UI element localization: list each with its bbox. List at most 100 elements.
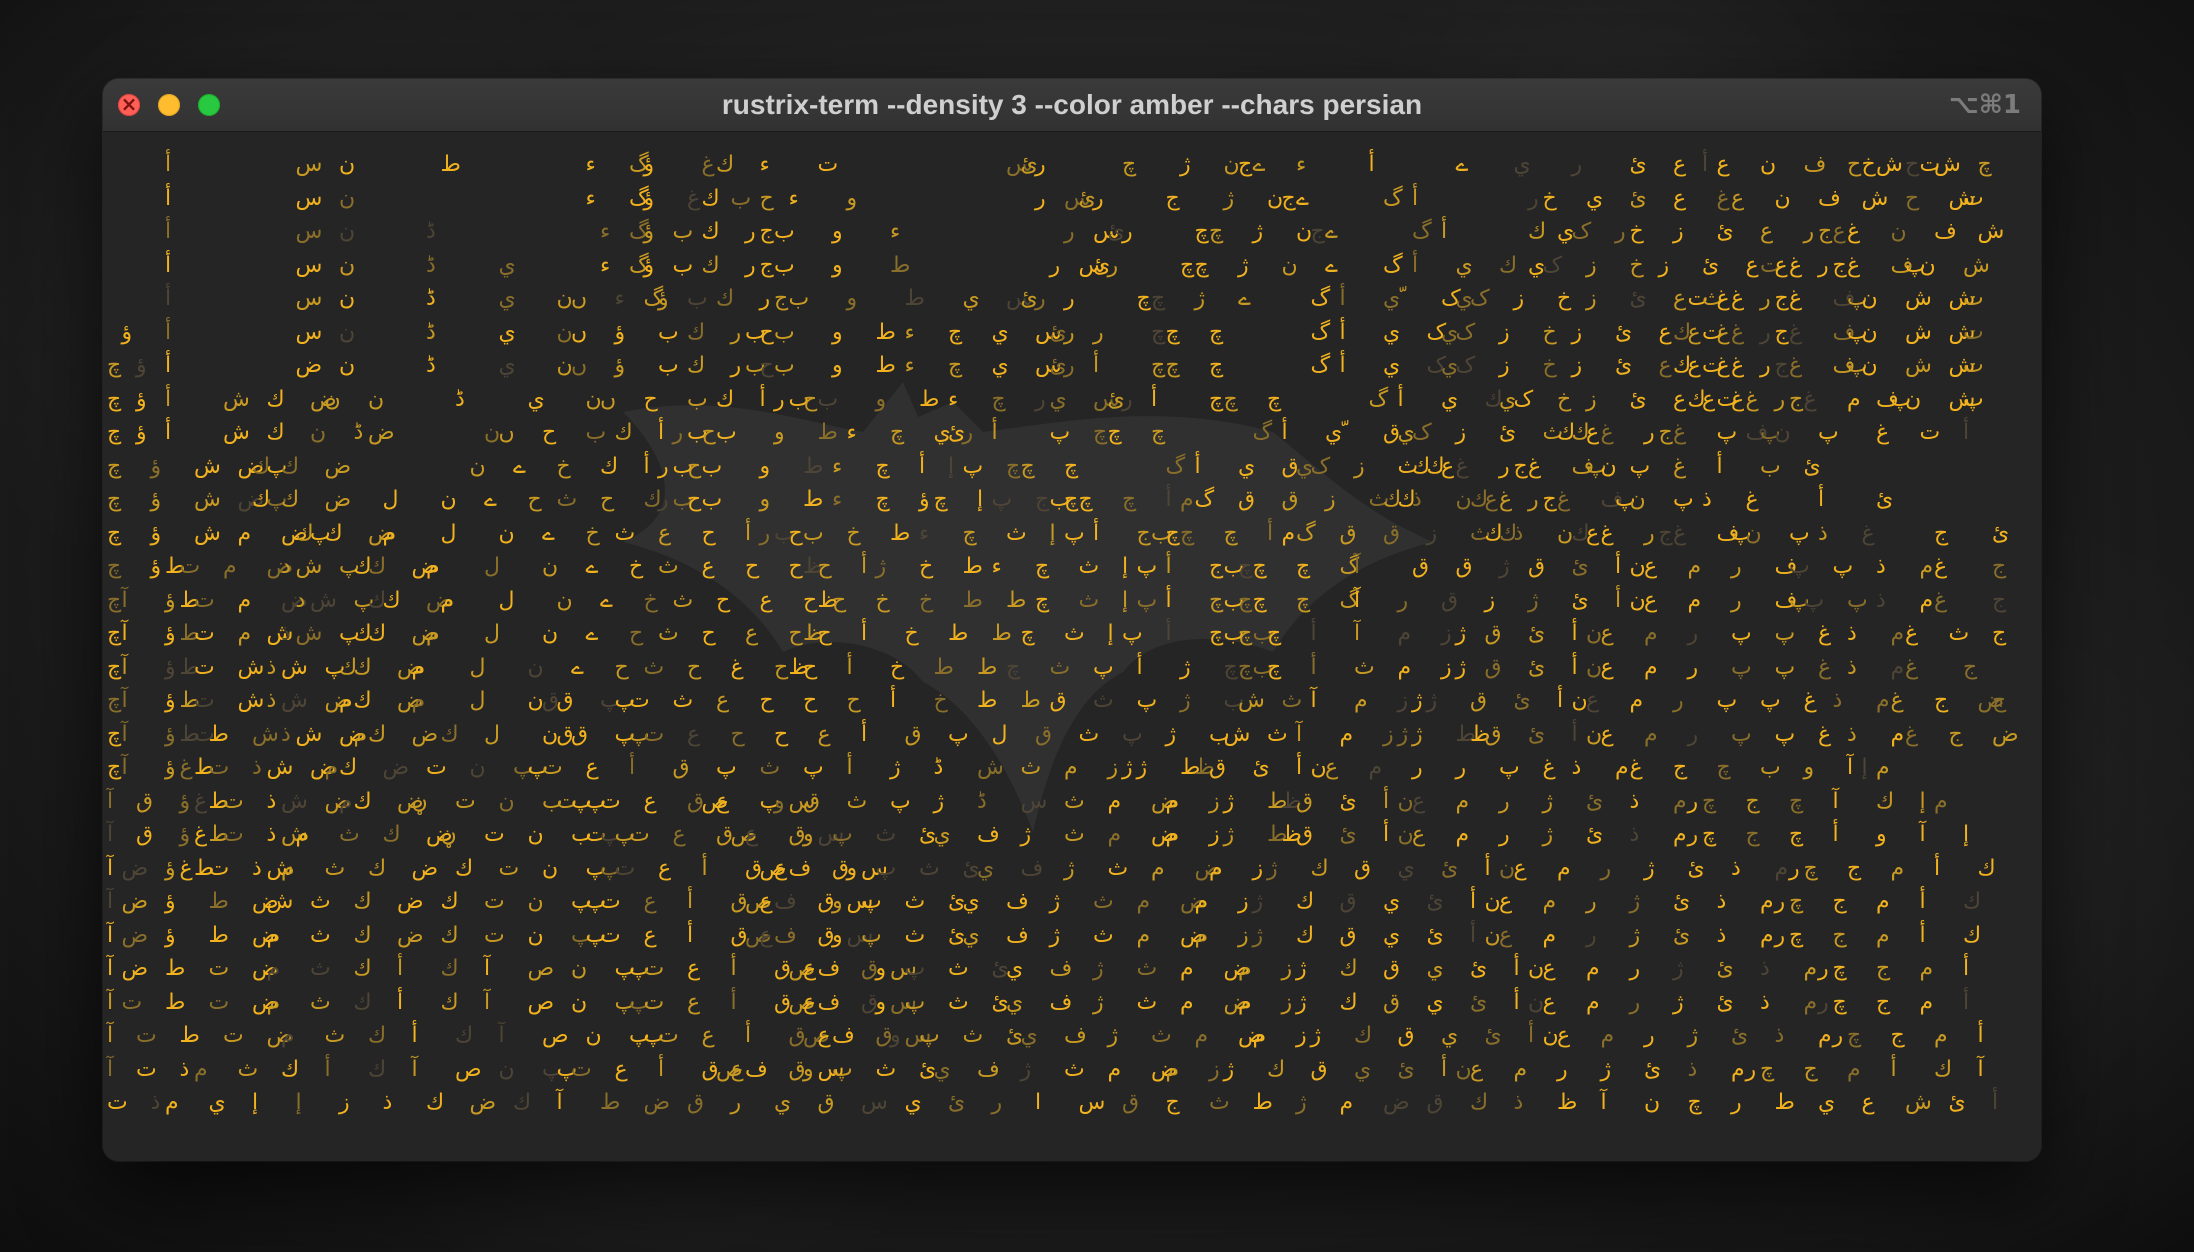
terminal-glyph: أ bbox=[1368, 152, 1375, 177]
terminal-glyph: غ bbox=[1499, 487, 1513, 512]
terminal-glyph: ث bbox=[1064, 822, 1085, 847]
terminal-glyph: ذ bbox=[1847, 721, 1857, 747]
terminal-glyph: ش bbox=[1977, 219, 2005, 244]
terminal-glyph: ن bbox=[527, 889, 544, 914]
terminal-glyph: ؤ bbox=[165, 889, 176, 914]
terminal-glyph: ح bbox=[716, 587, 731, 613]
terminal-glyph: ر bbox=[1586, 889, 1597, 914]
terminal-glyph: ئ bbox=[1803, 453, 1821, 479]
terminal-glyph: پ bbox=[991, 487, 1013, 512]
terminal-glyph: خ bbox=[1629, 252, 1644, 278]
terminal-glyph: و bbox=[832, 252, 843, 278]
terminal-glyph: ن bbox=[498, 788, 515, 814]
terminal-glyph: خ bbox=[1557, 386, 1572, 412]
terminal-glyph: ذ bbox=[179, 1056, 190, 1082]
terminal-glyph: آ bbox=[107, 822, 114, 847]
terminal-glyph: ث bbox=[1064, 1056, 1085, 1082]
terminal-glyph: چ bbox=[875, 487, 890, 512]
terminal-glyph: ث bbox=[1151, 1023, 1172, 1048]
terminal-glyph: أ bbox=[1194, 453, 1201, 479]
terminal-glyph: ژ bbox=[933, 788, 945, 814]
terminal-glyph: ص bbox=[542, 1023, 569, 1048]
terminal-glyph: م bbox=[1339, 1090, 1354, 1115]
terminal-glyph: چ bbox=[1789, 889, 1804, 914]
terminal-glyph: م bbox=[1281, 520, 1296, 546]
terminal-glyph: چ bbox=[1803, 855, 1818, 881]
terminal-content[interactable]: أسنطءگؤغكءتسئرچژنجےءأےيرئعأعنفحخشحتشچأسن… bbox=[103, 132, 2041, 1161]
terminal-glyph: ن bbox=[527, 654, 544, 680]
terminal-glyph: و bbox=[832, 319, 843, 345]
terminal-glyph: ح bbox=[701, 520, 716, 546]
terminal-glyph: أ bbox=[1339, 286, 1346, 311]
terminal-glyph: ح bbox=[687, 487, 702, 512]
terminal-glyph: س bbox=[1078, 1090, 1106, 1115]
terminal-glyph: أ bbox=[861, 554, 868, 579]
terminal-glyph: ء bbox=[846, 420, 857, 445]
terminal-glyph: چ bbox=[1180, 520, 1195, 546]
terminal-glyph: ض bbox=[121, 889, 149, 914]
terminal-glyph: أ bbox=[730, 956, 737, 981]
terminal-glyph: ك bbox=[382, 822, 401, 847]
terminal-glyph: م bbox=[281, 1023, 295, 1048]
terminal-glyph: أ bbox=[1267, 520, 1274, 546]
terminal-glyph: ك bbox=[353, 956, 372, 981]
terminal-glyph: ث bbox=[310, 989, 331, 1015]
terminal-glyph: پ bbox=[1136, 554, 1158, 579]
terminal-glyph: ث bbox=[1078, 587, 1100, 613]
terminal-glyph: ي bbox=[1441, 1023, 1459, 1048]
terminal-glyph: ث bbox=[1064, 788, 1085, 814]
terminal-glyph: ء bbox=[890, 219, 901, 244]
terminal-glyph: چ bbox=[1296, 554, 1311, 579]
terminal-glyph: ي bbox=[1397, 855, 1415, 881]
terminal-glyph: ز bbox=[1209, 788, 1220, 814]
terminal-glyph: چ bbox=[107, 755, 122, 780]
terminal-glyph: ص bbox=[527, 956, 555, 981]
terminal-glyph: ك bbox=[1339, 956, 1358, 981]
terminal-glyph: م bbox=[339, 788, 353, 814]
terminal-glyph: م bbox=[1180, 956, 1194, 981]
terminal-glyph: ئ bbox=[1615, 353, 1633, 378]
terminal-glyph: ئ bbox=[1876, 487, 1894, 512]
terminal-glyph: ؤ bbox=[165, 688, 176, 713]
terminal-glyph: چ bbox=[107, 487, 122, 512]
terminal-glyph: ك bbox=[1310, 855, 1329, 881]
terminal-glyph: چ bbox=[962, 520, 977, 546]
terminal-glyph: ب bbox=[774, 353, 795, 378]
terminal-glyph: ت bbox=[484, 822, 505, 847]
terminal-glyph: ن bbox=[571, 989, 588, 1015]
terminal-glyph: ر bbox=[1455, 755, 1467, 780]
terminal-glyph: ث bbox=[237, 1056, 259, 1082]
terminal-glyph: پ bbox=[803, 755, 824, 780]
terminal-glyph: أ bbox=[1571, 621, 1578, 646]
terminal-glyph: غ bbox=[1934, 554, 1948, 579]
terminal-glyph: ي bbox=[962, 286, 980, 311]
terminal-glyph: ك bbox=[368, 621, 387, 646]
terminal-glyph: م bbox=[1760, 922, 1774, 948]
terminal-glyph: ث bbox=[875, 822, 897, 847]
terminal-glyph: چ bbox=[1194, 219, 1209, 244]
terminal-glyph: ر bbox=[1528, 487, 1539, 512]
terminal-glyph: س bbox=[295, 185, 323, 211]
terminal-glyph: ئ bbox=[1426, 922, 1444, 948]
terminal-glyph: غ bbox=[1673, 453, 1687, 479]
terminal-glyph: ك bbox=[1528, 219, 1547, 244]
terminal-glyph: ع bbox=[803, 989, 817, 1015]
terminal-glyph: غ bbox=[1803, 688, 1817, 713]
terminal-glyph: م bbox=[1064, 755, 1078, 780]
terminal-glyph: غ bbox=[1745, 386, 1759, 412]
terminal-glyph: چ bbox=[1267, 621, 1282, 646]
title-bar[interactable]: rustrix-term --density 3 --color amber -… bbox=[103, 79, 2041, 132]
terminal-glyph: م bbox=[1890, 654, 1905, 680]
terminal-glyph: و bbox=[774, 420, 785, 445]
terminal-glyph: پ bbox=[832, 822, 853, 847]
terminal-glyph: ح bbox=[788, 520, 803, 546]
terminal-glyph: ي bbox=[1325, 420, 1343, 445]
terminal-glyph: م bbox=[1890, 855, 1905, 881]
terminal-glyph: ح bbox=[1847, 152, 1862, 177]
terminal-window[interactable]: rustrix-term --density 3 --color amber -… bbox=[103, 79, 2041, 1161]
terminal-glyph: ت bbox=[542, 755, 563, 780]
terminal-glyph: ك bbox=[687, 319, 706, 345]
terminal-glyph: م bbox=[1209, 855, 1223, 881]
terminal-glyph: ث bbox=[1107, 855, 1129, 881]
terminal-glyph: ي bbox=[1426, 989, 1444, 1015]
